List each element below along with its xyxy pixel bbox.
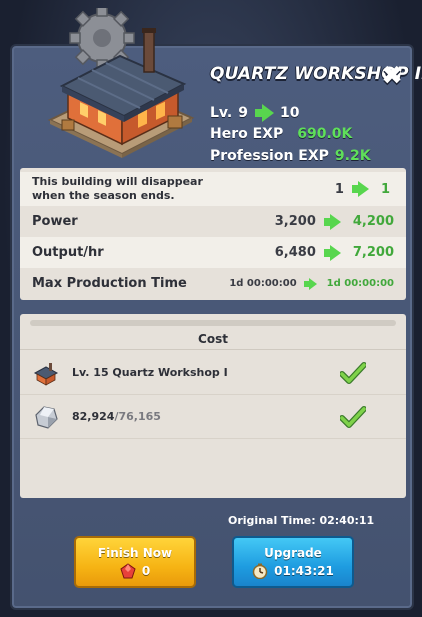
info-row-notice: This building will disappear when the se… [20, 172, 406, 206]
output-from: 6,480 [274, 245, 316, 260]
cost-panel: Cost Lv. 15 Quartz Workshop I 82,924/76,… [20, 314, 406, 498]
max-time-from: 1d 00:00:00 [229, 278, 297, 289]
level-prefix: Lv. [210, 105, 233, 121]
notice-values: 1 1 [335, 181, 390, 197]
arrow-right-icon [351, 181, 369, 197]
arrow-right-icon [303, 277, 317, 290]
profession-exp-line: Profession EXP 9.2K [210, 148, 371, 164]
info-row-output: Output/hr 6,480 7,200 [20, 237, 406, 268]
power-values: 3,200 4,200 [274, 213, 394, 230]
upgrade-time-value: 01:43:21 [274, 563, 334, 578]
cost-row-building: Lv. 15 Quartz Workshop I [20, 351, 406, 395]
notice-from: 1 [334, 181, 344, 197]
divider [30, 320, 396, 326]
quartz-need: /76,165 [114, 410, 161, 423]
cost-quartz-label: 82,924/76,165 [72, 410, 340, 423]
quartz-icon [35, 405, 58, 429]
quartz-workshop-building-icon [47, 8, 195, 158]
info-row-power: Power 3,200 4,200 [20, 206, 406, 237]
hero-exp-line: Hero EXP 690.0K [210, 126, 352, 142]
close-icon[interactable]: ✖ [378, 62, 406, 90]
arrow-right-icon [323, 213, 341, 230]
profession-exp-label: Profession EXP [210, 148, 329, 164]
max-time-to: 1d 00:00:00 [326, 278, 394, 289]
upgrade-label: Upgrade [264, 545, 322, 560]
notice-to: 1 [380, 181, 390, 197]
hero-exp-value: 690.0K [297, 126, 353, 142]
power-label: Power [32, 214, 78, 229]
finish-now-button[interactable]: Finish Now 0 [74, 536, 196, 588]
finish-cost: 0 [120, 562, 151, 579]
hero-exp-label: Hero EXP [210, 126, 284, 142]
checkmark-icon [340, 405, 366, 428]
upgrade-info-table: This building will disappear when the se… [20, 168, 406, 300]
finish-cost-value: 0 [141, 563, 151, 578]
arrow-right-icon [323, 244, 341, 261]
upgrade-time: 01:43:21 [252, 563, 334, 579]
level-line: Lv. 9 10 [210, 104, 299, 122]
quartz-have: 82,924 [72, 410, 115, 423]
gem-icon [120, 562, 136, 578]
original-time: Original Time: 02:40:11 [228, 514, 375, 527]
info-row-max-time: Max Production Time 1d 00:00:00 1d 00:00… [20, 268, 406, 299]
workshop-icon [33, 362, 59, 386]
level-to: 10 [279, 105, 300, 121]
cost-building-label: Lv. 15 Quartz Workshop I [72, 366, 228, 379]
output-to: 7,200 [352, 245, 394, 260]
output-label: Output/hr [32, 245, 104, 260]
output-values: 6,480 7,200 [274, 244, 394, 261]
power-from: 3,200 [274, 214, 316, 229]
power-to: 4,200 [352, 214, 394, 229]
season-notice: This building will disappear when the se… [32, 175, 203, 202]
cost-row-quartz: 82,924/76,165 [20, 395, 406, 439]
finish-now-label: Finish Now [97, 545, 173, 560]
profession-exp-value: 9.2K [334, 148, 371, 164]
cost-header: Cost [20, 328, 406, 350]
max-time-values: 1d 00:00:00 1d 00:00:00 [229, 277, 394, 290]
level-from: 9 [238, 105, 248, 121]
upgrade-button[interactable]: Upgrade 01:43:21 [232, 536, 354, 588]
max-time-label: Max Production Time [32, 276, 187, 291]
checkmark-icon [340, 361, 366, 384]
clock-icon [252, 563, 268, 579]
arrow-right-icon [254, 104, 274, 122]
